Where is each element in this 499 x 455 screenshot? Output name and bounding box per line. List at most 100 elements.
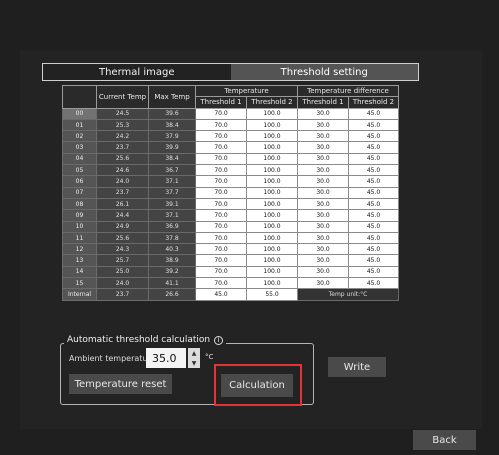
row-index[interactable]: 05 (62, 164, 97, 177)
diff-threshold-2-cell[interactable]: 45.0 (348, 209, 399, 222)
temp-threshold-2-cell[interactable]: 100.0 (246, 107, 298, 120)
diff-threshold-2-cell[interactable]: 45.0 (348, 254, 399, 267)
table-row[interactable]: 10 24.9 36.9 70.0 100.0 30.0 45.0 (62, 220, 399, 233)
temp-threshold-1-cell[interactable]: 70.0 (195, 277, 247, 290)
table-row[interactable]: 15 24.0 41.1 70.0 100.0 30.0 45.0 (62, 277, 399, 290)
diff-threshold-2-cell[interactable]: 45.0 (348, 152, 399, 166)
temp-threshold-1-cell[interactable]: 70.0 (195, 209, 247, 222)
table-row[interactable]: 01 25.3 38.4 70.0 100.0 30.0 45.0 (62, 118, 399, 132)
ambient-temperature-spinner[interactable]: ▲ ▼ (188, 348, 200, 368)
table-row[interactable]: 11 25.6 37.8 70.0 100.0 30.0 45.0 (62, 231, 399, 245)
internal-row[interactable]: Internal 23.7 26.6 45.0 55.0 Temp unit:°C (62, 288, 399, 301)
diff-threshold-1-cell[interactable]: 30.0 (297, 254, 349, 267)
temp-threshold-2-cell[interactable]: 100.0 (246, 118, 298, 132)
temperature-reset-button[interactable]: Temperature reset (69, 374, 172, 394)
temp-threshold-2-cell[interactable]: 100.0 (246, 265, 298, 279)
ambient-temperature-input[interactable]: 35.0 (146, 348, 186, 368)
back-button[interactable]: Back (413, 430, 476, 450)
temp-threshold-1-cell[interactable]: 70.0 (195, 197, 247, 211)
diff-threshold-2-cell[interactable]: 45.0 (348, 220, 399, 233)
tab-threshold-setting[interactable]: Threshold setting (230, 64, 418, 80)
temp-threshold-1-cell[interactable]: 70.0 (195, 254, 247, 267)
row-index[interactable]: 04 (62, 152, 97, 166)
row-index[interactable]: 08 (62, 197, 97, 211)
diff-threshold-1-cell[interactable]: 30.0 (297, 243, 349, 256)
table-row[interactable]: 14 25.0 39.2 70.0 100.0 30.0 45.0 (62, 265, 399, 279)
row-index[interactable]: 12 (62, 243, 97, 256)
row-index[interactable]: 00 (62, 107, 97, 120)
temp-threshold-2-cell[interactable]: 100.0 (246, 175, 298, 188)
diff-threshold-2-cell[interactable]: 45.0 (348, 175, 399, 188)
temp-threshold-1-cell[interactable]: 70.0 (195, 186, 247, 199)
temp-threshold-2-cell[interactable]: 100.0 (246, 130, 298, 143)
internal-threshold-1[interactable]: 45.0 (195, 288, 247, 301)
table-row[interactable]: 03 23.7 39.9 70.0 100.0 30.0 45.0 (62, 141, 399, 154)
temp-threshold-2-cell[interactable]: 100.0 (246, 209, 298, 222)
temp-threshold-2-cell[interactable]: 100.0 (246, 220, 298, 233)
diff-threshold-2-cell[interactable]: 45.0 (348, 186, 399, 199)
diff-threshold-1-cell[interactable]: 30.0 (297, 265, 349, 279)
table-row[interactable]: 13 25.7 38.9 70.0 100.0 30.0 45.0 (62, 254, 399, 267)
diff-threshold-1-cell[interactable]: 30.0 (297, 130, 349, 143)
table-row[interactable]: 06 24.0 37.1 70.0 100.0 30.0 45.0 (62, 175, 399, 188)
diff-threshold-2-cell[interactable]: 45.0 (348, 130, 399, 143)
info-icon[interactable]: i (214, 335, 224, 345)
spin-down-icon[interactable]: ▼ (188, 358, 200, 368)
diff-threshold-2-cell[interactable]: 45.0 (348, 231, 399, 245)
table-row[interactable]: 12 24.3 40.3 70.0 100.0 30.0 45.0 (62, 243, 399, 256)
diff-threshold-1-cell[interactable]: 30.0 (297, 186, 349, 199)
diff-threshold-1-cell[interactable]: 30.0 (297, 209, 349, 222)
temp-threshold-1-cell[interactable]: 70.0 (195, 265, 247, 279)
diff-threshold-1-cell[interactable]: 30.0 (297, 141, 349, 154)
table-row[interactable]: 00 24.5 39.6 70.0 100.0 30.0 45.0 (62, 107, 399, 120)
row-index[interactable]: 03 (62, 141, 97, 154)
diff-threshold-1-cell[interactable]: 30.0 (297, 164, 349, 177)
temp-threshold-2-cell[interactable]: 100.0 (246, 141, 298, 154)
temp-threshold-1-cell[interactable]: 70.0 (195, 220, 247, 233)
row-index[interactable]: 14 (62, 265, 97, 279)
temp-threshold-2-cell[interactable]: 100.0 (246, 231, 298, 245)
temp-threshold-1-cell[interactable]: 70.0 (195, 141, 247, 154)
table-row[interactable]: 05 24.6 36.7 70.0 100.0 30.0 45.0 (62, 164, 399, 177)
diff-threshold-2-cell[interactable]: 45.0 (348, 197, 399, 211)
diff-threshold-2-cell[interactable]: 45.0 (348, 164, 399, 177)
temp-threshold-2-cell[interactable]: 100.0 (246, 254, 298, 267)
table-row[interactable]: 07 23.7 37.7 70.0 100.0 30.0 45.0 (62, 186, 399, 199)
table-row[interactable]: 09 24.4 37.1 70.0 100.0 30.0 45.0 (62, 209, 399, 222)
temp-threshold-1-cell[interactable]: 70.0 (195, 164, 247, 177)
diff-threshold-1-cell[interactable]: 30.0 (297, 197, 349, 211)
diff-threshold-1-cell[interactable]: 30.0 (297, 231, 349, 245)
row-index[interactable]: 15 (62, 277, 97, 290)
temp-threshold-1-cell[interactable]: 70.0 (195, 175, 247, 188)
row-index[interactable]: 11 (62, 231, 97, 245)
temp-threshold-2-cell[interactable]: 100.0 (246, 152, 298, 166)
tab-thermal-image[interactable]: Thermal image (43, 64, 231, 80)
diff-threshold-1-cell[interactable]: 30.0 (297, 277, 349, 290)
temp-threshold-1-cell[interactable]: 70.0 (195, 152, 247, 166)
temp-threshold-1-cell[interactable]: 70.0 (195, 130, 247, 143)
diff-threshold-2-cell[interactable]: 45.0 (348, 141, 399, 154)
diff-threshold-2-cell[interactable]: 45.0 (348, 118, 399, 132)
diff-threshold-1-cell[interactable]: 30.0 (297, 107, 349, 120)
temp-threshold-1-cell[interactable]: 70.0 (195, 231, 247, 245)
diff-threshold-1-cell[interactable]: 30.0 (297, 152, 349, 166)
diff-threshold-1-cell[interactable]: 30.0 (297, 220, 349, 233)
diff-threshold-1-cell[interactable]: 30.0 (297, 175, 349, 188)
diff-threshold-1-cell[interactable]: 30.0 (297, 118, 349, 132)
temp-threshold-2-cell[interactable]: 100.0 (246, 243, 298, 256)
row-index[interactable]: 10 (62, 220, 97, 233)
temp-threshold-1-cell[interactable]: 70.0 (195, 243, 247, 256)
internal-threshold-2[interactable]: 55.0 (246, 288, 298, 301)
row-index[interactable]: 07 (62, 186, 97, 199)
diff-threshold-2-cell[interactable]: 45.0 (348, 277, 399, 290)
diff-threshold-2-cell[interactable]: 45.0 (348, 265, 399, 279)
row-index[interactable]: 01 (62, 118, 97, 132)
temp-threshold-2-cell[interactable]: 100.0 (246, 164, 298, 177)
temp-threshold-2-cell[interactable]: 100.0 (246, 277, 298, 290)
table-row[interactable]: 02 24.2 37.9 70.0 100.0 30.0 45.0 (62, 130, 399, 143)
row-index[interactable]: 02 (62, 130, 97, 143)
temp-threshold-2-cell[interactable]: 100.0 (246, 197, 298, 211)
write-button[interactable]: Write (328, 357, 386, 377)
temp-threshold-1-cell[interactable]: 70.0 (195, 107, 247, 120)
table-row[interactable]: 08 26.1 39.1 70.0 100.0 30.0 45.0 (62, 197, 399, 211)
